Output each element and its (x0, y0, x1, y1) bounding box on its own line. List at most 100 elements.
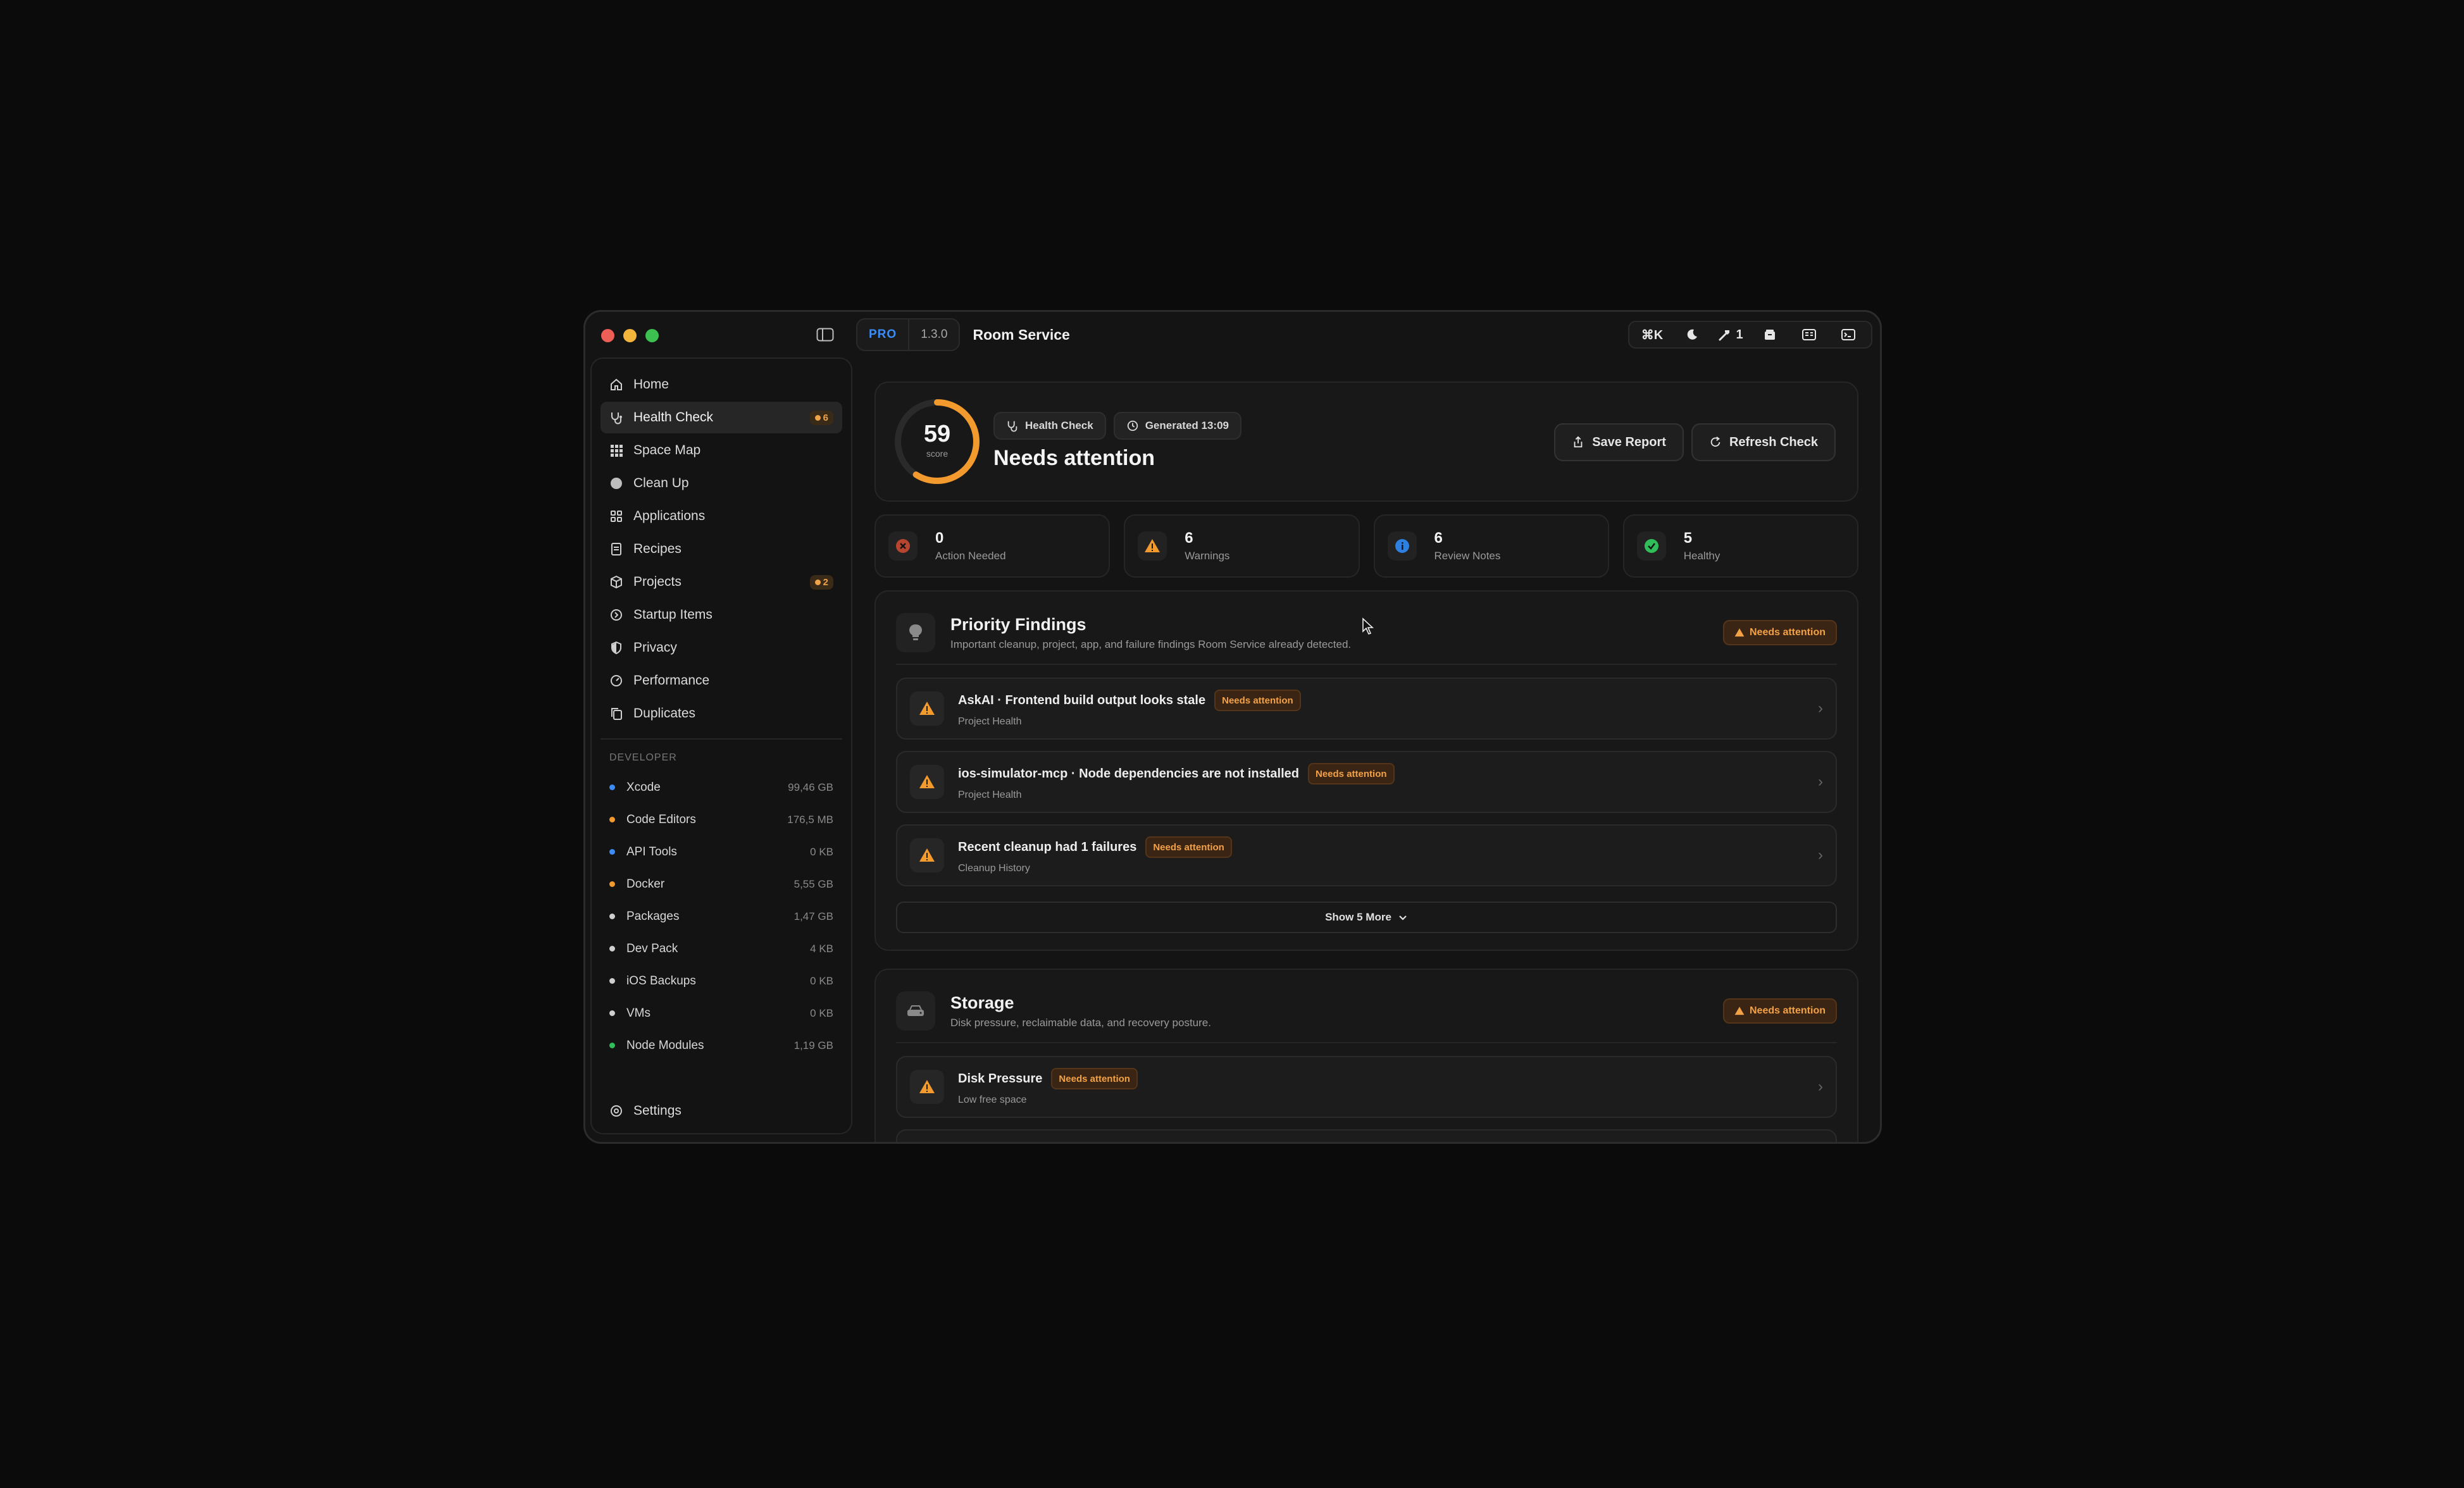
sidebar-item-label: Health Check (633, 410, 714, 425)
x-circle-icon (896, 539, 910, 553)
finding-row[interactable]: AskAI · Frontend build output looks stal… (896, 678, 1837, 740)
finding-row[interactable]: ios-simulator-mcp · Node dependencies ar… (896, 751, 1837, 813)
status-dot (609, 881, 615, 887)
refresh-icon (1710, 437, 1720, 447)
command-palette-button[interactable]: ⌘K (1634, 323, 1670, 346)
developer-item-node-modules[interactable]: Node Modules 1,19 GB (600, 1029, 842, 1062)
developer-item-label: Docker (626, 877, 665, 891)
score-label: score (926, 449, 949, 459)
sidebar-item-privacy[interactable]: Privacy (600, 632, 842, 664)
drive-icon (907, 1005, 924, 1016)
developer-item-xcode[interactable]: Xcode 99,46 GB (600, 771, 842, 803)
plan-badge-group[interactable]: PRO 1.3.0 (856, 318, 961, 351)
developer-item-code-editors[interactable]: Code Editors 176,5 MB (600, 803, 842, 836)
developer-item-dev-pack[interactable]: Dev Pack 4 KB (600, 933, 842, 965)
sidebar-item-health-check[interactable]: Health Check 6 (600, 402, 842, 433)
chevron-right-icon: › (1818, 846, 1823, 864)
terminal-button[interactable] (1831, 323, 1866, 346)
sidebar-item-duplicates[interactable]: Duplicates (600, 698, 842, 729)
developer-item-vms[interactable]: VMs 0 KB (600, 997, 842, 1029)
finding-row[interactable] (896, 1129, 1837, 1142)
stat-value: 6 (1434, 530, 1443, 547)
finding-row[interactable]: Disk Pressure Needs attention Low free sp… (896, 1056, 1837, 1118)
report-view-button[interactable] (1791, 323, 1827, 346)
list-panel-icon (1802, 329, 1816, 340)
stat-healthy[interactable]: 5 Healthy (1622, 514, 1858, 578)
stat-warnings[interactable]: 6 Warnings (1124, 514, 1360, 578)
chevron-down-icon (1399, 915, 1407, 921)
archive-button[interactable] (1752, 323, 1788, 346)
section-title: Storage (950, 993, 1014, 1012)
moon-icon (1687, 329, 1697, 340)
status-badge: Needs attention (1722, 998, 1837, 1024)
clock-icon (1127, 420, 1138, 431)
terminal-icon (1841, 329, 1855, 340)
sidebar: Home Health Check 6 Space Map Clean Up A… (590, 357, 852, 1134)
mouse-cursor-icon (1362, 617, 1374, 635)
sidebar-item-label: Startup Items (633, 607, 712, 622)
stat-value: 5 (1683, 530, 1693, 547)
sidebar-item-clean-up[interactable]: Clean Up (600, 468, 842, 499)
developer-item-packages[interactable]: Packages 1,47 GB (600, 900, 842, 933)
sidebar-toggle-icon[interactable] (816, 328, 834, 342)
finding-icon-box (910, 765, 944, 799)
section-divider (896, 1042, 1837, 1043)
gauge-icon (611, 675, 622, 686)
sidebar-item-recipes[interactable]: Recipes (600, 533, 842, 565)
section-icon-box (896, 991, 935, 1031)
stat-action-needed[interactable]: 0 Action Needed (874, 514, 1111, 578)
section-divider (896, 664, 1837, 665)
projects-badge: 2 (809, 574, 833, 590)
minimize-button[interactable] (623, 329, 637, 342)
refresh-check-button[interactable]: Refresh Check (1691, 423, 1836, 461)
sidebar-item-home[interactable]: Home (600, 369, 842, 400)
stat-icon-box (888, 531, 918, 561)
shield-icon (611, 641, 621, 655)
sidebar-item-projects[interactable]: Projects 2 (600, 566, 842, 598)
developer-item-size: 4 KB (810, 942, 833, 955)
stat-label: Action Needed (935, 550, 1006, 562)
zoom-button[interactable] (645, 329, 659, 342)
status-dot (609, 946, 615, 952)
close-button[interactable] (601, 329, 614, 342)
sidebar-item-space-map[interactable]: Space Map (600, 435, 842, 466)
app-window: PRO 1.3.0 Room Service ⌘K 1 Home Health … (583, 310, 1882, 1144)
sidebar-item-settings[interactable]: Settings (600, 1094, 842, 1128)
stat-label: Review Notes (1434, 550, 1501, 562)
save-report-button[interactable]: Save Report (1554, 423, 1684, 461)
warning-icon (919, 702, 935, 715)
status-dot (609, 1010, 615, 1016)
sidebar-item-applications[interactable]: Applications (600, 500, 842, 532)
storage-section: Storage Disk pressure, reclaimable data,… (874, 969, 1858, 1142)
tasks-button[interactable]: 1 (1713, 323, 1748, 346)
toolbar: ⌘K 1 (1628, 321, 1872, 349)
developer-item-ios-backups[interactable]: iOS Backups 0 KB (600, 965, 842, 997)
gear-icon (611, 1105, 622, 1117)
developer-item-docker[interactable]: Docker 5,55 GB (600, 868, 842, 900)
developer-item-label: Code Editors (626, 812, 696, 826)
sidebar-item-label: Applications (633, 509, 706, 523)
developer-item-size: 1,19 GB (793, 1039, 833, 1051)
developer-item-label: iOS Backups (626, 974, 696, 988)
status-tag: Needs attention (1145, 836, 1232, 858)
box-icon (611, 575, 622, 589)
score-value: 59 (923, 421, 951, 447)
developer-item-api-tools[interactable]: API Tools 0 KB (600, 836, 842, 868)
status-badge-label: Needs attention (1749, 1005, 1826, 1016)
sidebar-item-startup-items[interactable]: Startup Items (600, 599, 842, 631)
sidebar-item-performance[interactable]: Performance (600, 665, 842, 697)
sidebar-item-label: Clean Up (633, 476, 689, 490)
status-tag: Needs attention (1308, 763, 1395, 784)
dark-mode-button[interactable] (1674, 323, 1709, 346)
finding-row[interactable]: Recent cleanup had 1 failures Needs atten… (896, 824, 1837, 886)
stat-review-notes[interactable]: 6 Review Notes (1373, 514, 1609, 578)
sidebar-item-label: Duplicates (633, 706, 696, 721)
show-more-button[interactable]: Show 5 More (896, 902, 1837, 933)
finding-category: Project Health (958, 790, 1022, 800)
warning-icon (919, 775, 935, 788)
health-status-title: Needs attention (993, 446, 1155, 470)
settings-label: Settings (633, 1103, 681, 1118)
stat-icon-box (1138, 531, 1167, 561)
section-title: Priority Findings (950, 614, 1086, 634)
warning-icon (1734, 628, 1745, 637)
